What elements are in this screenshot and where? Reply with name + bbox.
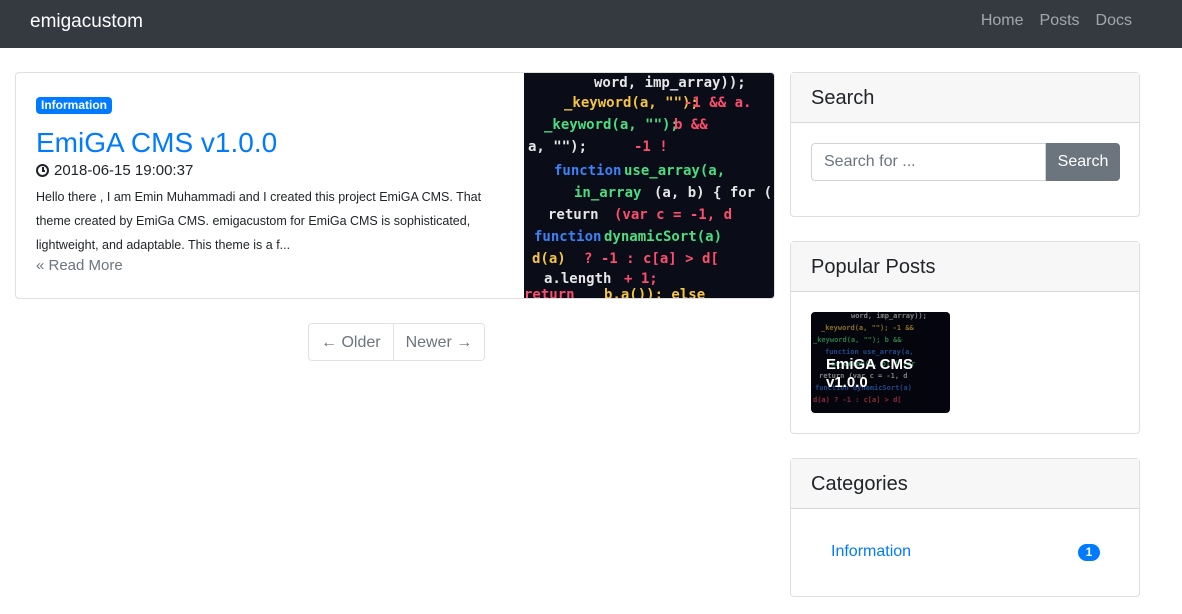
search-input[interactable] (811, 143, 1046, 181)
nav-link-docs[interactable]: Docs (1096, 12, 1132, 30)
search-widget-title: Search (791, 73, 1139, 123)
clock-icon (36, 164, 49, 177)
search-widget: Search Search (790, 72, 1140, 217)
post-cover-image[interactable]: word, imp_array)); _keyword(a, ""); -1 &… (524, 73, 774, 298)
category-badge[interactable]: Information (36, 97, 112, 114)
nav-link-home[interactable]: Home (981, 12, 1024, 30)
post-card: Information EmiGA CMS v1.0.0 2018-06-15 … (15, 72, 775, 299)
post-date: 2018-06-15 19:00:37 (36, 162, 193, 179)
read-more-link[interactable]: « Read More (36, 257, 123, 274)
popular-posts-widget: Popular Posts word, imp_array)); _keywor… (790, 241, 1140, 434)
nav-link-posts[interactable]: Posts (1040, 12, 1080, 30)
pagination: ← Older Newer → (308, 323, 486, 361)
site-brand[interactable]: emigacustom (30, 11, 143, 33)
post-excerpt: Hello there , I am Emin Muhammadi and I … (36, 190, 482, 252)
nav-links: Home Posts Docs (981, 12, 1132, 30)
categories-title: Categories (791, 459, 1139, 509)
category-count-badge: 1 (1078, 544, 1100, 561)
category-link-information[interactable]: Information (831, 543, 911, 561)
popular-post-title[interactable]: EmiGA CMS v1.0.0 (826, 356, 936, 392)
popular-posts-title: Popular Posts (791, 242, 1139, 292)
popular-post-thumbnail[interactable]: word, imp_array)); _keyword(a, ""); -1 &… (811, 312, 950, 413)
categories-widget: Categories Information 1 (790, 458, 1140, 597)
post-date-text: 2018-06-15 19:00:37 (54, 162, 194, 179)
post-title[interactable]: EmiGA CMS v1.0.0 (36, 125, 277, 161)
search-button[interactable]: Search (1046, 143, 1120, 181)
top-navbar: emigacustom Home Posts Docs (0, 0, 1182, 48)
older-button[interactable]: ← Older (308, 323, 394, 361)
newer-button[interactable]: Newer → (393, 323, 486, 361)
